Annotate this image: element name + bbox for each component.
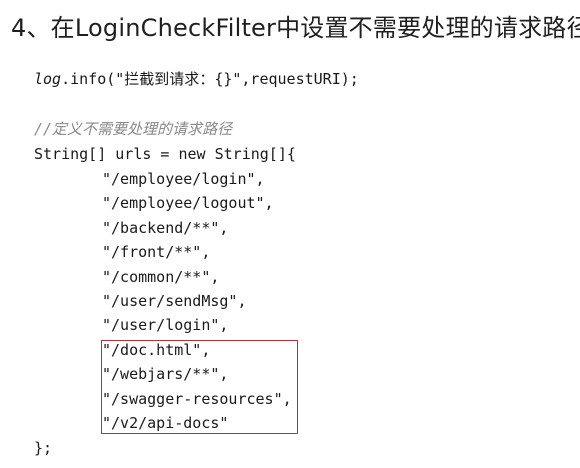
- url-entry: "/employee/login",: [102, 170, 265, 188]
- url-entry: "/backend/**",: [102, 219, 229, 237]
- log-object: log: [34, 70, 62, 88]
- urls-declaration: String[] urls = new String[]{: [34, 145, 296, 163]
- code-comment: //定义不需要处理的请求路径: [34, 120, 233, 138]
- log-statement: log.info("拦截到请求：{}",requestURI);: [34, 70, 359, 88]
- log-args: ,requestURI);: [241, 70, 359, 88]
- log-call: .info(: [61, 70, 116, 88]
- url-entry: "/user/login",: [102, 316, 229, 334]
- url-entry: "/user/sendMsg",: [102, 292, 247, 310]
- url-entry: "/common/**",: [102, 268, 220, 286]
- log-message: "拦截到请求：{}": [115, 70, 242, 88]
- highlight-box: [101, 340, 298, 434]
- url-entry: "/employee/logout",: [102, 194, 274, 212]
- closing-brace: };: [34, 439, 53, 457]
- url-entry: "/front/**",: [102, 243, 211, 261]
- section-heading: 4、在LoginCheckFilter中设置不需要处理的请求路径: [11, 14, 580, 42]
